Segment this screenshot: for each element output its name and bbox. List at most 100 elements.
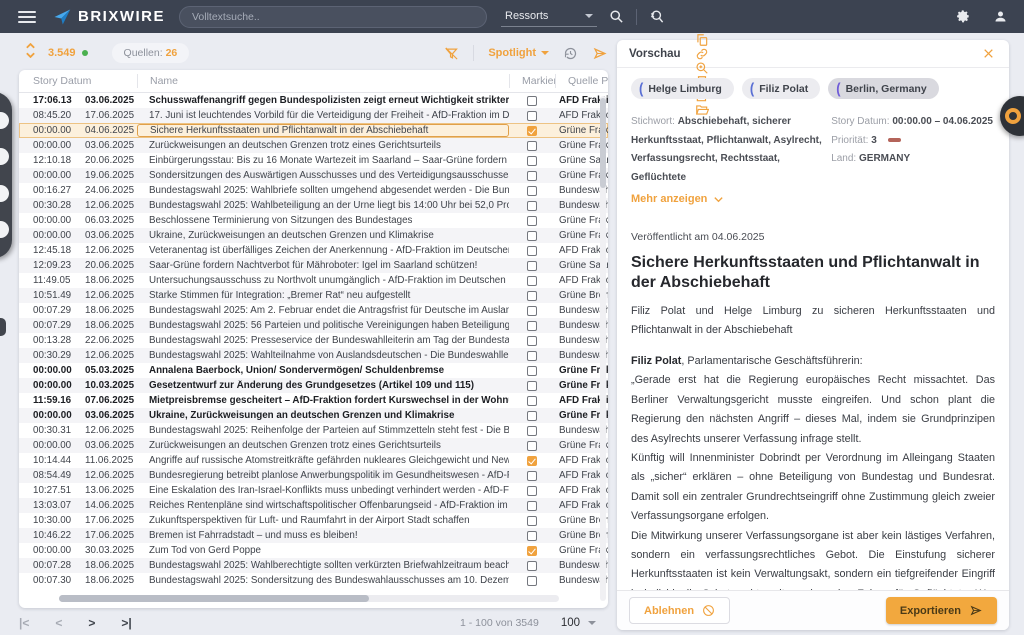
- marked-checkbox[interactable]: [527, 546, 537, 556]
- marked-checkbox[interactable]: [527, 381, 537, 391]
- marked-checkbox[interactable]: [527, 126, 537, 136]
- spotlight-dropdown[interactable]: Spotlight: [488, 47, 549, 59]
- table-row[interactable]: 00:00.0006.03.2025Beschlossene Terminier…: [19, 213, 608, 228]
- marked-checkbox[interactable]: [527, 186, 537, 196]
- table-row[interactable]: 12:10.1820.06.2025Einbürgerungsstau: Bis…: [19, 153, 608, 168]
- marked-checkbox[interactable]: [527, 411, 537, 421]
- marked-checkbox[interactable]: [527, 276, 537, 286]
- marked-checkbox[interactable]: [527, 261, 537, 271]
- edge-toolbar-button[interactable]: [0, 112, 9, 129]
- table-row[interactable]: 00:07.2918.06.2025Bundestagswahl 2025: A…: [19, 303, 608, 318]
- search-icon[interactable]: [609, 9, 624, 24]
- vertical-scrollbar-thumb[interactable]: [600, 98, 606, 188]
- table-row[interactable]: 12:45.1812.06.2025Veteranentag ist überf…: [19, 243, 608, 258]
- table-row[interactable]: 00:13.2822.06.2025Bundestagswahl 2025: P…: [19, 333, 608, 348]
- table-row[interactable]: 13:03.0714.06.2025Reiches Rentenpläne si…: [19, 498, 608, 513]
- marked-checkbox[interactable]: [527, 96, 537, 106]
- marked-checkbox[interactable]: [527, 471, 537, 481]
- table-row[interactable]: 17:06.1303.06.2025Schusswaffenangriff ge…: [19, 93, 608, 108]
- marked-checkbox[interactable]: [527, 396, 537, 406]
- marked-checkbox[interactable]: [527, 306, 537, 316]
- marked-checkbox[interactable]: [527, 171, 537, 181]
- floating-edge-toolbar[interactable]: [0, 92, 12, 258]
- show-more-link[interactable]: Mehr anzeigen: [631, 193, 995, 205]
- table-row[interactable]: 00:00.0019.06.2025Sondersitzungen des Au…: [19, 168, 608, 183]
- table-row[interactable]: 00:30.2812.06.2025Bundestagswahl 2025: W…: [19, 198, 608, 213]
- filter-off-icon[interactable]: [444, 46, 459, 61]
- entity-chip[interactable]: (Berlin, Germany: [828, 78, 938, 99]
- search-input[interactable]: [179, 6, 487, 28]
- marked-checkbox[interactable]: [527, 426, 537, 436]
- table-row[interactable]: 08:45.2017.06.202517. Juni ist leuchtend…: [19, 108, 608, 123]
- marked-checkbox[interactable]: [527, 486, 537, 496]
- horizontal-scrollbar-thumb[interactable]: [59, 595, 369, 602]
- table-row[interactable]: 10:51.4912.06.2025Starke Stimmen für Int…: [19, 288, 608, 303]
- table-row[interactable]: 10:27.5113.06.2025Eine Eskalation des Ir…: [19, 483, 608, 498]
- column-header-quelle[interactable]: Quelle Publika: [555, 74, 608, 88]
- marked-checkbox[interactable]: [527, 201, 537, 211]
- table-row[interactable]: 00:07.2818.06.2025Bundestagswahl 2025: W…: [19, 558, 608, 573]
- table-row[interactable]: 00:00.0003.06.2025Ukraine, Zurückweisung…: [19, 228, 608, 243]
- settings-gear-icon[interactable]: [956, 9, 971, 24]
- link-icon[interactable]: [695, 47, 709, 61]
- marked-checkbox[interactable]: [527, 246, 537, 256]
- marked-checkbox[interactable]: [527, 456, 537, 466]
- marked-checkbox[interactable]: [527, 366, 537, 376]
- send-icon[interactable]: [592, 46, 608, 61]
- marked-checkbox[interactable]: [527, 291, 537, 301]
- marked-checkbox[interactable]: [527, 501, 537, 511]
- table-row[interactable]: 00:00.0005.03.2025Annalena Baerbock, Uni…: [19, 363, 608, 378]
- floating-edge-tab[interactable]: [0, 318, 6, 336]
- sort-icon[interactable]: [25, 43, 36, 63]
- page-size-select[interactable]: 100: [561, 617, 596, 629]
- table-row[interactable]: 00:00.0010.03.2025Gesetzentwurf zur Ände…: [19, 378, 608, 393]
- table-row[interactable]: 11:59.1607.06.2025Mietpreisbremse gesche…: [19, 393, 608, 408]
- marked-checkbox[interactable]: [527, 231, 537, 241]
- next-page-button[interactable]: >: [88, 616, 95, 630]
- table-row[interactable]: 00:07.3018.06.2025Bundestagswahl 2025: S…: [19, 573, 608, 588]
- table-row[interactable]: 00:00.0003.06.2025Zurückweisungen an deu…: [19, 138, 608, 153]
- edge-toolbar-button[interactable]: [0, 148, 9, 165]
- table-row[interactable]: 11:49.0518.06.2025Untersuchungsausschuss…: [19, 273, 608, 288]
- marked-checkbox[interactable]: [527, 441, 537, 451]
- table-row[interactable]: 10:46.2217.06.2025Bremen ist Fahrradstad…: [19, 528, 608, 543]
- table-row[interactable]: 00:00.0003.06.2025Ukraine, Zurückweisung…: [19, 408, 608, 423]
- edge-toolbar-button[interactable]: [0, 185, 9, 202]
- table-row[interactable]: 10:14.4411.06.2025Angriffe auf russische…: [19, 453, 608, 468]
- column-header-story-datum[interactable]: Story Datum: [19, 75, 137, 87]
- reject-button[interactable]: Ablehnen: [629, 597, 730, 624]
- marked-checkbox[interactable]: [527, 111, 537, 121]
- export-button[interactable]: Exportieren: [886, 597, 997, 624]
- close-icon[interactable]: [982, 47, 995, 60]
- table-row[interactable]: 00:30.2912.06.2025Bundestagswahl 2025: W…: [19, 348, 608, 363]
- entity-chip[interactable]: (Filiz Polat: [742, 78, 820, 99]
- clear-search-icon[interactable]: [649, 9, 665, 24]
- history-icon[interactable]: [563, 46, 578, 61]
- ressorts-select[interactable]: Ressorts: [501, 7, 597, 27]
- menu-icon[interactable]: [18, 11, 36, 23]
- marked-checkbox[interactable]: [527, 561, 537, 571]
- marked-checkbox[interactable]: [527, 516, 537, 526]
- table-row[interactable]: 00:00.0030.03.2025Zum Tod von Gerd Poppe…: [19, 543, 608, 558]
- sources-chip[interactable]: Quellen: 26: [112, 43, 190, 63]
- marked-checkbox[interactable]: [527, 351, 537, 361]
- marked-checkbox[interactable]: [527, 576, 537, 586]
- column-header-markiert[interactable]: Markiert: [509, 74, 555, 88]
- table-row[interactable]: 12:09.2320.06.2025Saar-Grüne fordern Nac…: [19, 258, 608, 273]
- table-row[interactable]: 00:30.3112.06.2025Bundestagswahl 2025: R…: [19, 423, 608, 438]
- marked-checkbox[interactable]: [527, 321, 537, 331]
- prev-page-button[interactable]: <: [55, 616, 62, 630]
- table-row[interactable]: 08:54.4912.06.2025Bundesregierung betrei…: [19, 468, 608, 483]
- column-header-name[interactable]: Name: [137, 74, 509, 88]
- marked-checkbox[interactable]: [527, 216, 537, 226]
- copy-icon[interactable]: [695, 33, 709, 47]
- marked-checkbox[interactable]: [527, 531, 537, 541]
- table-row[interactable]: 00:16.2724.06.2025Bundestagswahl 2025: W…: [19, 183, 608, 198]
- marked-checkbox[interactable]: [527, 336, 537, 346]
- marked-checkbox[interactable]: [527, 156, 537, 166]
- last-page-button[interactable]: >|: [121, 616, 131, 630]
- first-page-button[interactable]: |<: [19, 616, 29, 630]
- table-row[interactable]: 00:00.0004.06.2025Sichere Herkunftsstaat…: [19, 123, 608, 138]
- table-row[interactable]: 00:07.2918.06.2025Bundestagswahl 2025: 5…: [19, 318, 608, 333]
- edge-toolbar-button[interactable]: [0, 221, 9, 238]
